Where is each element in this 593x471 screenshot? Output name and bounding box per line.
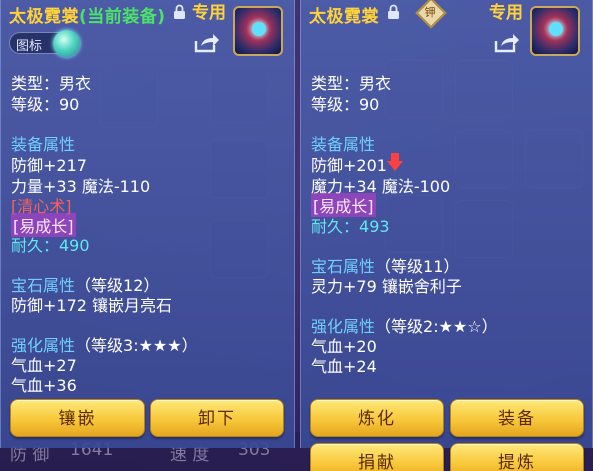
current-equipment-panel: 太极霓裳(当前装备) 专用 图标 类型：男衣 等级：90 装备属性 防御+217…	[0, 0, 295, 448]
exclusive-label: 专用	[192, 3, 226, 23]
level-line: 等级：90	[311, 95, 380, 114]
gem-line: 防御+172 镶嵌月亮石	[11, 296, 173, 315]
current-equip-tag: (当前装备)	[79, 7, 166, 27]
gem-icon	[549, 22, 563, 36]
item-icon[interactable]	[530, 6, 580, 56]
temper-button[interactable]: 提炼	[450, 443, 584, 471]
share-icon[interactable]	[494, 33, 520, 53]
lock-icon	[388, 4, 399, 19]
enhance-line-2: 气血+24	[311, 357, 377, 376]
durability-line: 耐久：490	[11, 236, 90, 255]
gem-icon	[252, 22, 266, 36]
toggle-knob	[53, 30, 80, 57]
enhance-level: （等级2:★★☆）	[375, 317, 498, 336]
item-icon[interactable]	[233, 6, 283, 56]
unequip-button[interactable]: 卸下	[150, 399, 284, 437]
seal-text: 钾	[424, 5, 436, 19]
enhance-level: （等级3:★★★）	[75, 336, 198, 355]
decrease-arrow-icon	[387, 153, 403, 171]
level-line: 等级：90	[11, 95, 80, 114]
compare-equipment-panel: 太极霓裳 专用 类型：男衣 等级：90 装备属性 防御+201 魔力+34 魔法…	[300, 0, 593, 471]
share-icon[interactable]	[194, 33, 220, 53]
item-title: 太极霓裳(当前装备)	[9, 2, 166, 27]
equip-button[interactable]: 装备	[450, 399, 584, 437]
item-title: 太极霓裳	[309, 7, 379, 27]
lock-icon	[174, 4, 185, 19]
item-name: 太极霓裳	[9, 7, 79, 27]
durability-line: 耐久：493	[311, 213, 390, 237]
durability-label: 耐久：	[311, 217, 360, 236]
donate-button[interactable]: 捐献	[310, 443, 444, 471]
inlay-button[interactable]: 镶嵌	[10, 399, 145, 437]
durability-value: 493	[359, 217, 390, 236]
refine-button[interactable]: 炼化	[310, 399, 444, 437]
icon-toggle-label: 图标	[16, 39, 43, 54]
exclusive-label: 专用	[489, 3, 523, 23]
gem-line: 灵力+79 镶嵌舍利子	[311, 277, 462, 296]
enhance-line-2: 气血+36	[11, 376, 77, 395]
icon-toggle[interactable]: 图标	[9, 30, 80, 57]
